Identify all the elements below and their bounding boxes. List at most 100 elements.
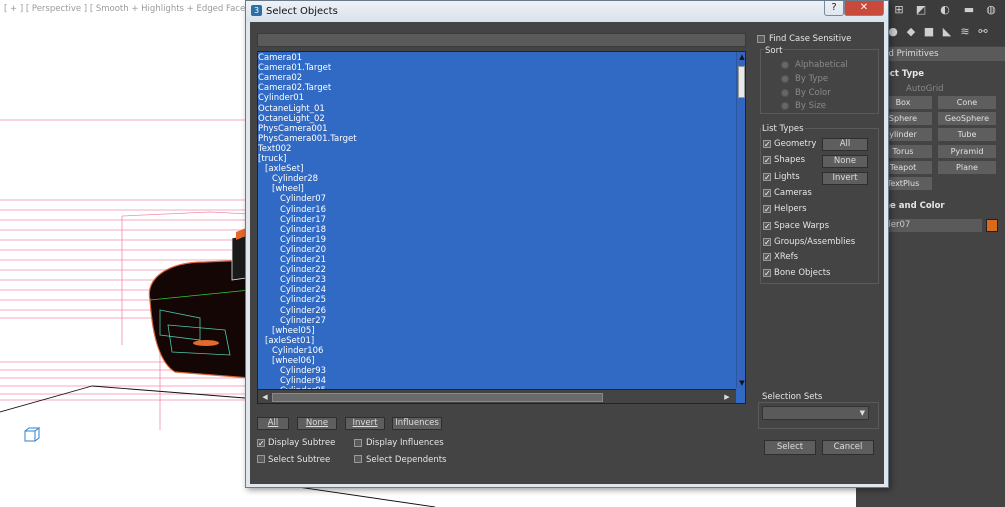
object-list-item[interactable]: Cylinder26 [280,306,326,316]
object-list-item[interactable]: Cylinder27 [280,316,326,326]
create-icon[interactable]: ⊞ [892,4,906,16]
display-subtree-label: Display Subtree [268,438,336,448]
object-list-item[interactable]: Cylinder93 [280,366,326,376]
scroll-up-icon[interactable]: ▲ [737,52,745,62]
scroll-left-icon[interactable]: ◀ [260,392,270,402]
object-list-item[interactable]: Cylinder22 [280,265,326,275]
sort-by-type-label: By Type [795,74,829,84]
helpers-icon[interactable]: ≋ [958,26,972,38]
object-list-item[interactable]: OctaneLight_02 [258,114,325,124]
sort-by-type-radio[interactable] [781,75,789,83]
list-type-checkbox[interactable]: ✓ [763,238,771,247]
horizontal-scroll-thumb[interactable] [272,393,603,402]
object-list[interactable]: Camera01 Camera01.Target Camera02 Camera02.… [257,51,746,404]
object-list-item[interactable]: Cylinder18 [280,225,326,235]
display-icon[interactable]: ▬ [962,4,976,16]
select-button[interactable]: Select [764,440,816,455]
primitive-button-cone[interactable]: Cone [938,96,996,109]
object-list-item[interactable]: Cylinder01 [258,93,304,103]
cancel-button[interactable]: Cancel [822,440,874,455]
list-all-button[interactable]: All [257,417,289,430]
list-types-title: List Types [761,124,805,134]
list-type-checkbox[interactable]: ✓ [763,173,771,182]
types-none-button[interactable]: None [822,155,868,168]
object-list-item[interactable]: Cylinder07 [280,194,326,204]
object-list-item[interactable]: [wheel06] [272,356,315,366]
autogrid-checkbox[interactable]: AutoGrid [906,84,944,94]
primitive-button-tube[interactable]: Tube [938,128,996,141]
object-list-item[interactable]: Cylinder94 [280,376,326,386]
object-list-item[interactable]: Cylinder16 [280,205,326,215]
object-list-item[interactable]: [axleSet01] [265,336,314,346]
object-list-item[interactable]: Cylinder24 [280,285,326,295]
object-list-item[interactable]: [wheel05] [272,326,315,336]
help-button[interactable]: ? [824,1,844,16]
name-color-title: ne and Color [884,201,945,211]
select-subtree-checkbox[interactable] [257,455,265,463]
truck-body [148,228,251,379]
list-type-checkbox[interactable]: ✓ [763,156,771,165]
shapes-icon[interactable]: ◆ [904,26,918,38]
list-none-button[interactable]: None [297,417,337,430]
display-influences-checkbox[interactable] [354,439,362,447]
vertical-scroll-thumb[interactable] [738,66,745,98]
object-list-item[interactable]: Camera02.Target [258,83,331,93]
scroll-down-icon[interactable]: ▼ [737,378,745,388]
utilities-icon[interactable]: ◍ [984,4,998,16]
list-type-checkbox[interactable]: ✓ [763,222,771,231]
object-list-item[interactable]: [truck] [258,154,286,164]
types-invert-button[interactable]: Invert [822,172,868,185]
spacewarps-icon[interactable]: ⚯ [976,26,990,38]
select-dependents-checkbox[interactable] [354,455,362,463]
list-type-checkbox[interactable]: ✓ [763,205,771,214]
object-list-item[interactable]: PhysCamera001 [258,124,328,134]
list-type-checkbox[interactable]: ✓ [763,140,771,149]
list-type-checkbox[interactable]: ✓ [763,253,771,262]
primitive-button-pyramid[interactable]: Pyramid [938,145,996,158]
dialog-titlebar[interactable]: 3 Select Objects ? ✕ [246,1,888,22]
sort-alphabetical-radio[interactable] [781,61,789,69]
object-list-item[interactable]: Cylinder23 [280,275,326,285]
list-type-checkbox[interactable]: ✓ [763,269,771,278]
object-list-item[interactable]: Camera01 [258,53,302,63]
object-list-item[interactable]: Cylinder21 [280,255,326,265]
primitive-button-geosphere[interactable]: GeoSphere [938,112,996,125]
influences-button[interactable]: Influences [392,417,442,430]
sort-by-color-radio[interactable] [781,89,789,97]
display-subtree-checkbox[interactable]: ✓ [257,439,265,448]
find-case-sensitive-checkbox[interactable] [757,35,765,43]
sort-alphabetical-label: Alphabetical [795,60,848,70]
search-input[interactable] [257,33,746,47]
primitive-button-plane[interactable]: Plane [938,161,996,174]
object-color-swatch[interactable] [986,219,998,232]
list-type-label: Geometry [774,139,817,149]
object-list-item[interactable]: Cylinder19 [280,235,326,245]
vertical-scrollbar[interactable]: ▲ ▼ [736,52,745,388]
object-list-item[interactable]: [axleSet] [265,164,303,174]
sort-by-size-radio[interactable] [781,102,789,110]
list-type-checkbox[interactable]: ✓ [763,189,771,198]
object-list-item[interactable]: [wheel] [272,184,304,194]
object-list-item[interactable]: Cylinder106 [272,346,323,356]
hierarchy-icon[interactable]: ◐ [938,4,952,16]
select-dependents-label: Select Dependents [366,455,447,465]
object-list-item[interactable]: OctaneLight_01 [258,104,325,114]
dialog-title: Select Objects [266,6,338,17]
modify-icon[interactable]: ◩ [914,4,928,16]
object-list-item[interactable]: Cylinder17 [280,215,326,225]
cameras-icon[interactable]: ◣ [940,26,954,38]
object-list-item[interactable]: Cylinder20 [280,245,326,255]
object-list-item[interactable]: PhysCamera001.Target [258,134,357,144]
scroll-right-icon[interactable]: ▶ [722,392,732,402]
close-button[interactable]: ✕ [844,1,884,16]
object-list-item[interactable]: Text002 [258,144,291,154]
object-list-item[interactable]: Cylinder25 [280,295,326,305]
lights-icon[interactable]: ■ [922,26,936,38]
types-all-button[interactable]: All [822,138,868,151]
selection-sets-dropdown[interactable]: ▼ [762,406,869,420]
object-list-item[interactable]: Cylinder28 [272,174,318,184]
list-invert-button[interactable]: Invert [345,417,385,430]
object-list-item[interactable]: Camera01.Target [258,63,331,73]
object-list-item[interactable]: Camera02 [258,73,302,83]
horizontal-scrollbar[interactable]: ◀ ▶ [258,389,736,403]
